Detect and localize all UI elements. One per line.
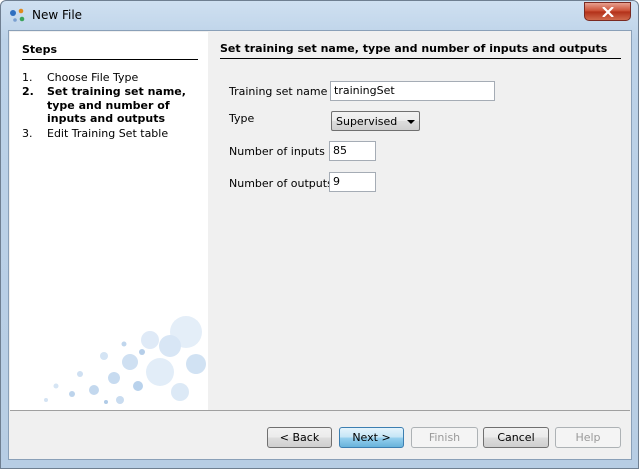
training-set-name-input[interactable]: trainingSet: [330, 81, 495, 101]
dialog-body: Steps 1. Choose File Type 2. Set trainin…: [8, 30, 632, 460]
page-title: Set training set name, type and number o…: [220, 42, 608, 55]
finish-button[interactable]: Finish: [411, 427, 478, 448]
inputs-label: Number of inputs: [229, 145, 325, 158]
content-divider: [220, 58, 621, 59]
step-label: Choose File Type: [47, 71, 139, 84]
cancel-button[interactable]: Cancel: [483, 427, 549, 448]
steps-divider: [22, 59, 198, 60]
button-bar-divider: [10, 410, 630, 411]
type-select-value: Supervised: [336, 115, 398, 128]
dialog-window: New File Steps 1. Choose File Type 2. Se…: [0, 0, 639, 469]
step-number: 1.: [22, 71, 33, 84]
close-icon: [602, 7, 614, 17]
step-label: Set training set name, type and number o…: [47, 85, 186, 125]
step-label: Edit Training Set table: [47, 127, 169, 140]
app-icon: [9, 7, 27, 23]
step-number: 2.: [22, 85, 34, 98]
number-of-inputs-input[interactable]: 85: [329, 141, 376, 161]
chevron-down-icon: [407, 120, 415, 124]
type-select[interactable]: Supervised: [331, 111, 420, 131]
step-number: 3.: [22, 127, 33, 140]
steps-title: Steps: [22, 43, 58, 56]
outputs-label: Number of outputs: [229, 177, 333, 190]
back-button[interactable]: < Back: [267, 427, 332, 448]
type-label: Type: [229, 112, 255, 125]
button-bar: < Back Next > Finish Cancel Help: [10, 410, 630, 458]
window-title: New File: [32, 8, 83, 22]
bubbles-decoration: [44, 316, 206, 404]
help-button[interactable]: Help: [555, 427, 621, 448]
number-of-outputs-input[interactable]: 9: [329, 172, 376, 192]
next-button[interactable]: Next >: [339, 427, 404, 448]
title-bar[interactable]: New File: [1, 1, 638, 29]
steps-panel: Steps 1. Choose File Type 2. Set trainin…: [10, 32, 208, 410]
name-label: Training set name: [229, 85, 328, 98]
close-button[interactable]: [584, 2, 631, 21]
